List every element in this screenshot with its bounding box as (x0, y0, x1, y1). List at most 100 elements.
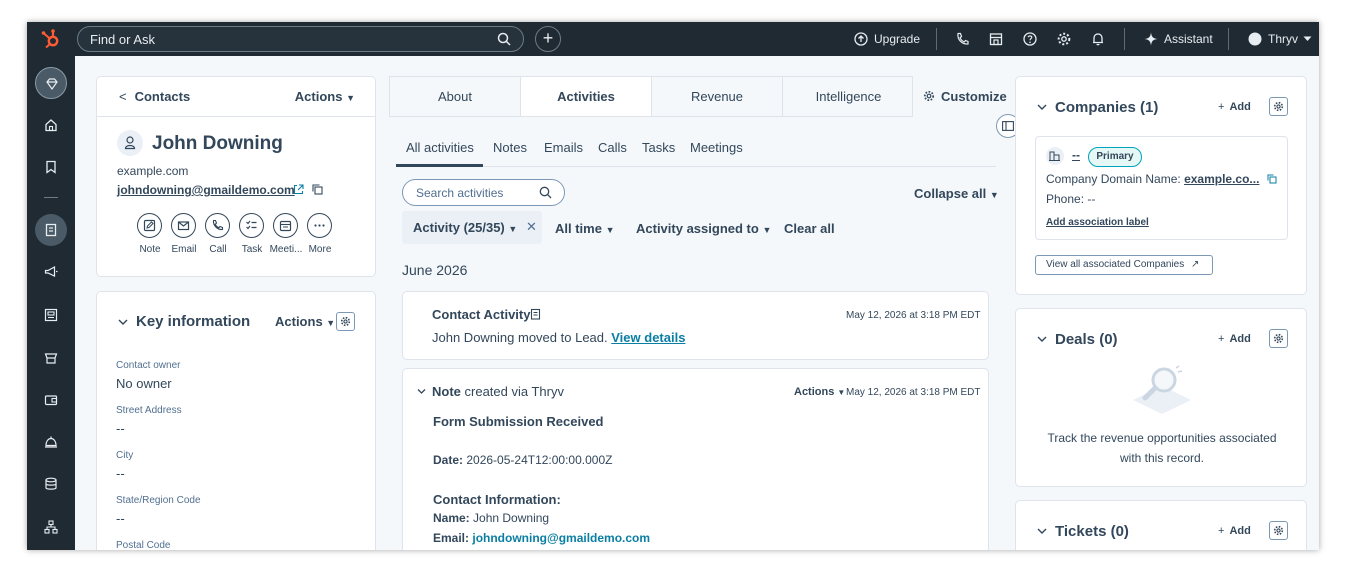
associated-company-card: -- Primary Company Domain Name: example.… (1035, 136, 1288, 240)
subtab-calls[interactable]: Calls (598, 140, 627, 155)
note-email-line: Email: johndowning@gmaildemo.com (433, 531, 651, 545)
activity-search-input[interactable] (416, 185, 536, 201)
rail-bookmarks[interactable] (35, 151, 67, 183)
add-association-label-link[interactable]: Add association label (1046, 217, 1149, 228)
tab-intelligence[interactable]: Intelligence (783, 77, 914, 116)
chevron-down-icon[interactable] (417, 388, 426, 395)
state-region-value[interactable]: -- (116, 511, 125, 526)
copy-icon[interactable] (312, 184, 323, 195)
add-ticket-button[interactable]: + Add (1218, 525, 1251, 537)
global-search-input[interactable] (90, 31, 490, 48)
note-heading: Form Submission Received (433, 414, 604, 429)
activity-search[interactable] (402, 179, 565, 206)
activity-card-note[interactable]: Note created via Thryv Actions ▼ May 12,… (402, 368, 989, 550)
clear-all-filters-button[interactable]: Clear all (784, 221, 835, 236)
rail-crm-records[interactable] (35, 214, 67, 246)
chevron-down-icon[interactable] (1037, 103, 1047, 111)
contact-avatar[interactable] (117, 130, 143, 156)
gear-icon (1273, 525, 1284, 536)
note-header: Note created via Thryv (432, 384, 564, 399)
add-company-button[interactable]: + Add (1218, 101, 1251, 113)
company-domain-link[interactable]: example.co... (1184, 172, 1259, 186)
contact-email-link[interactable]: johndowning@gmaildemo.com (117, 183, 295, 197)
view-details-link[interactable]: View details (611, 330, 685, 345)
rail-commerce[interactable] (35, 384, 67, 416)
account-menu[interactable]: Thryv (1268, 32, 1298, 46)
assigned-filter-dropdown[interactable]: Activity assigned to ▼ (636, 221, 771, 236)
hubspot-logo-icon[interactable] (40, 28, 62, 50)
note-button[interactable] (137, 213, 162, 238)
tab-about[interactable]: About (390, 77, 521, 116)
back-to-contacts-link[interactable]: < Contacts (119, 89, 190, 104)
upgrade-icon (854, 32, 868, 46)
subtab-notes[interactable]: Notes (493, 140, 527, 155)
rail-bookmarks-diamond[interactable] (35, 67, 67, 99)
notifications-bell-icon[interactable] (1090, 31, 1106, 47)
contact-owner-value[interactable]: No owner (116, 376, 172, 391)
add-deal-button[interactable]: + Add (1218, 333, 1251, 345)
companies-settings-button[interactable] (1269, 97, 1288, 116)
chevron-down-icon[interactable] (1037, 527, 1047, 535)
collapse-all-dropdown[interactable]: Collapse all ▼ (914, 186, 999, 201)
activity-filter-label[interactable]: Activity (25/35) ▼ (413, 220, 517, 235)
subtab-all-activities[interactable]: All activities (406, 140, 474, 155)
deals-title[interactable]: Deals (0) (1055, 331, 1118, 348)
companies-card: Companies (1) + Add -- Primary Company Do… (1015, 76, 1307, 295)
meeting-button[interactable] (273, 213, 298, 238)
more-button[interactable] (307, 213, 332, 238)
tickets-title[interactable]: Tickets (0) (1055, 523, 1129, 540)
rail-home[interactable] (35, 109, 67, 141)
email-button[interactable] (171, 213, 196, 238)
marketplace-icon[interactable] (988, 31, 1004, 47)
subtab-emails[interactable]: Emails (544, 140, 583, 155)
assistant-button[interactable]: Assistant (1164, 32, 1213, 46)
activity-card-contact-activity[interactable]: Contact Activity May 12, 2026 at 3:18 PM… (402, 291, 989, 360)
note-actions-dropdown[interactable]: Actions ▼ (794, 386, 845, 398)
copy-icon[interactable] (1267, 174, 1277, 184)
contacts-book-icon (45, 223, 57, 237)
city-value[interactable]: -- (116, 466, 125, 481)
contact-actions-dropdown[interactable]: Actions ▼ (295, 89, 355, 104)
remove-filter-icon[interactable]: ✕ (526, 219, 537, 235)
customize-button[interactable]: Customize (941, 89, 1007, 104)
contact-name[interactable]: John Downing (152, 133, 283, 155)
rail-content[interactable] (35, 299, 67, 331)
activity-filter-chip[interactable]: Activity (25/35) ▼ ✕ (402, 211, 542, 244)
global-search[interactable] (77, 26, 524, 52)
rail-data-management[interactable] (35, 468, 67, 500)
key-info-settings-button[interactable] (336, 312, 355, 331)
rail-marketing[interactable] (35, 256, 67, 288)
company-name-link[interactable]: -- (1072, 148, 1080, 162)
key-information-title[interactable]: Key information (136, 313, 250, 330)
rail-automation[interactable] (35, 511, 67, 543)
external-link-icon[interactable] (293, 184, 304, 195)
activity-title: Contact Activity (432, 307, 531, 322)
calling-icon[interactable] (954, 31, 970, 47)
view-all-companies-button[interactable]: View all associated Companies ↗ (1035, 255, 1213, 275)
subtab-tasks[interactable]: Tasks (642, 140, 675, 155)
call-button[interactable] (205, 213, 230, 238)
settings-gear-icon[interactable] (1056, 31, 1072, 47)
tab-activities[interactable]: Activities (521, 77, 652, 116)
tickets-settings-button[interactable] (1269, 521, 1288, 540)
deals-settings-button[interactable] (1269, 329, 1288, 348)
create-new-button[interactable]: + (535, 26, 561, 52)
street-address-value[interactable]: -- (116, 421, 125, 436)
chevron-down-icon[interactable] (1037, 335, 1047, 343)
upgrade-button[interactable]: Upgrade (874, 32, 920, 46)
rail-sales[interactable] (35, 342, 67, 374)
plus-icon: + (542, 28, 554, 48)
subtab-meetings[interactable]: Meetings (690, 140, 743, 155)
task-button[interactable] (239, 213, 264, 238)
companies-title[interactable]: Companies (1) (1055, 99, 1158, 116)
help-icon[interactable] (1022, 31, 1038, 47)
caret-down-icon: ▼ (605, 225, 615, 235)
rail-service[interactable] (35, 426, 67, 458)
note-email-link[interactable]: johndowning@gmaildemo.com (472, 531, 650, 545)
key-info-actions-dropdown[interactable]: Actions ▼ (275, 314, 335, 329)
tab-revenue[interactable]: Revenue (652, 77, 783, 116)
company-phone-row: Phone: -- (1046, 192, 1096, 206)
chevron-down-icon[interactable] (118, 318, 128, 326)
time-filter-dropdown[interactable]: All time ▼ (555, 221, 615, 236)
service-bell-icon (45, 436, 57, 448)
